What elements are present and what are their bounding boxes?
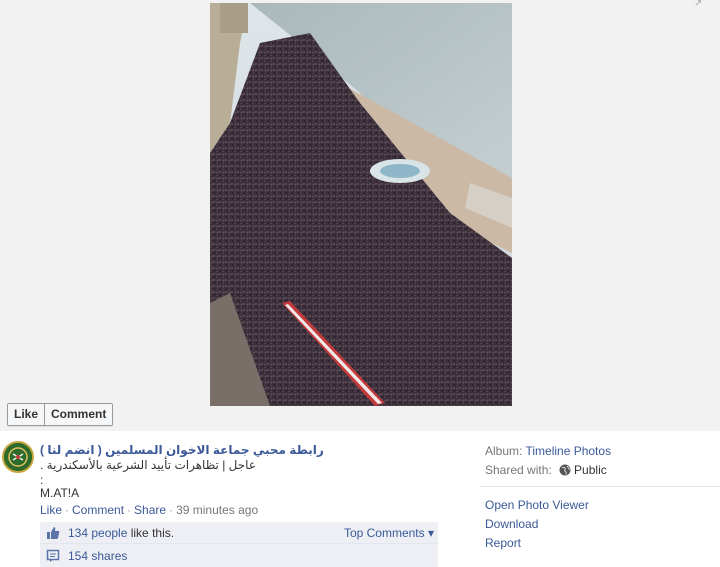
open-photo-viewer-link[interactable]: Open Photo Viewer [485,497,589,516]
separator: · [169,503,174,517]
shared-with-row: Shared with: Public [485,462,720,481]
stage-actions: Like Comment [7,403,114,426]
post-like-link[interactable]: Like [40,503,62,517]
album-link[interactable]: Timeline Photos [525,444,611,458]
crowd-photo-image [210,3,512,406]
top-comments-dropdown[interactable]: Top Comments ▾ [344,526,434,540]
post-meta: Like · Comment · Share · 39 minutes ago [40,503,258,517]
photo-details: رابطة محبي جماعة الاخوان المسلمين ( انضم… [0,431,720,567]
likes-summary: 134 people like this. [68,526,174,540]
sidebar-divider [480,486,720,487]
separator: · [65,503,70,517]
caption-line: : [40,473,44,487]
download-link[interactable]: Download [485,516,589,535]
shares-icon [46,549,60,562]
post-author-link[interactable]: رابطة محبي جماعة الاخوان المسلمين ( انضم… [40,443,324,457]
photo-stage: ↗ Like Comment [0,0,720,431]
report-link[interactable]: Report [485,535,589,554]
avatar-emblem [4,443,32,471]
likes-suffix: like this. [127,526,175,540]
globe-icon [559,464,571,476]
likes-row: 134 people like this. Top Comments ▾ [40,522,438,544]
album-row: Album: Timeline Photos [485,443,720,462]
shares-row: 154 shares [40,545,438,567]
post-timestamp[interactable]: 39 minutes ago [176,503,258,517]
thumbs-up-icon [47,527,60,539]
avatar[interactable] [2,441,34,473]
post-comment-link[interactable]: Comment [72,503,124,517]
likes-count-link[interactable]: 134 people [68,526,127,540]
separator: · [127,503,132,517]
likes-box: 134 people like this. Top Comments ▾ 154… [40,522,438,567]
caption-signature: M.AT!A [40,486,80,500]
caption-line: عاجل | تظاهرات تأييد الشرعية بالأسكندرية… [40,458,256,472]
shared-with-label: Shared with: [485,463,556,477]
comment-button[interactable]: Comment [44,404,112,425]
like-button[interactable]: Like [8,404,44,425]
album-label: Album: [485,444,526,458]
photo-sidebar: Album: Timeline Photos Shared with: Publ… [485,443,720,481]
photo-actions: Open Photo Viewer Download Report [485,497,589,554]
privacy-value[interactable]: Public [574,463,607,477]
shares-count-link[interactable]: 154 shares [68,549,127,563]
post-share-link[interactable]: Share [134,503,166,517]
crowd-photo[interactable] [210,3,512,406]
popout-icon[interactable]: ↗ [694,0,706,9]
